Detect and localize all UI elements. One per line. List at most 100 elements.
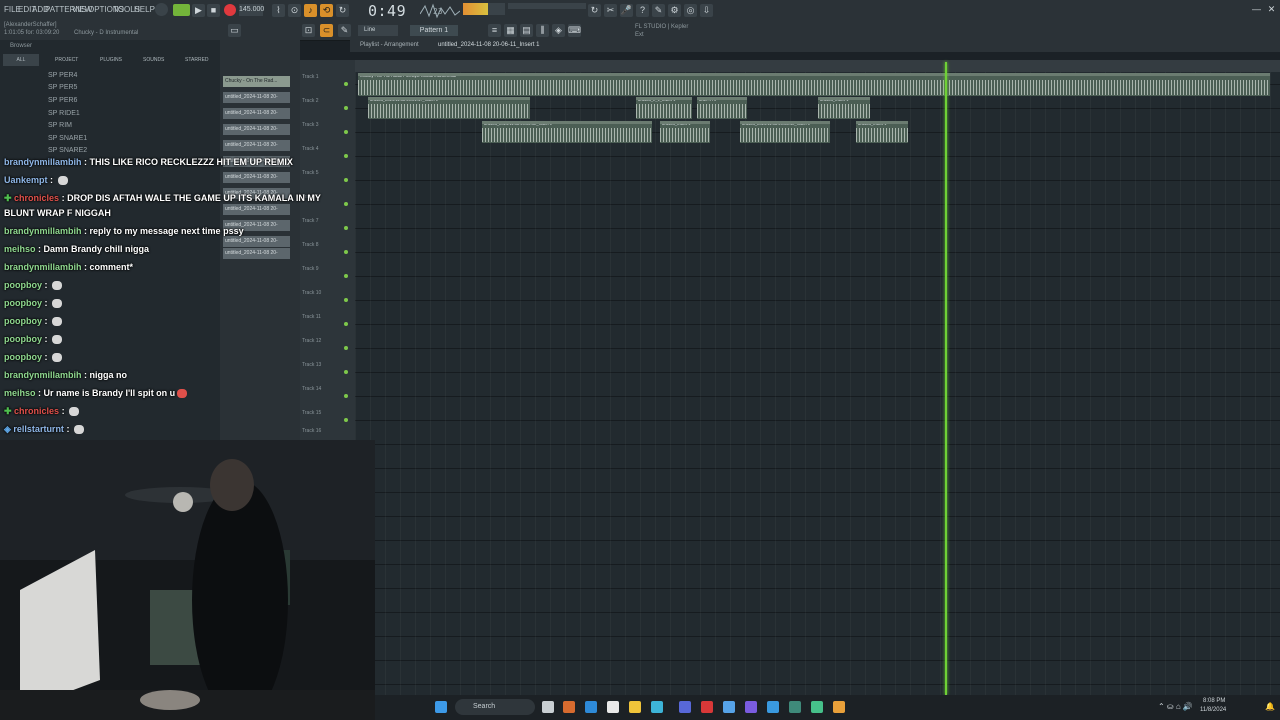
tempo-display[interactable]: 145.000 bbox=[239, 4, 264, 16]
browser-item[interactable]: SP PER5 bbox=[48, 84, 77, 91]
snap-select[interactable]: Line bbox=[358, 25, 398, 36]
audio-clip[interactable]: untitled_2024-11-08 20-01-47_Insert 1 bbox=[368, 97, 530, 119]
store-icon[interactable] bbox=[607, 701, 619, 713]
app-icon[interactable] bbox=[767, 701, 779, 713]
tab-starred[interactable]: STARRED bbox=[185, 54, 209, 66]
app-icon[interactable] bbox=[679, 701, 691, 713]
blend-icon[interactable]: ↻ bbox=[336, 4, 349, 17]
help-icon[interactable]: ? bbox=[636, 4, 649, 17]
audio-clip[interactable]: untitled_Insert 1 bbox=[660, 121, 710, 143]
office-icon[interactable] bbox=[563, 701, 575, 713]
plugin-picker-icon[interactable]: ◈ bbox=[552, 24, 565, 37]
fl-studio-icon[interactable] bbox=[833, 701, 845, 713]
browser-item[interactable]: SP RIM bbox=[48, 122, 72, 129]
pattern-item[interactable]: untitled_2024-11-08 20- bbox=[223, 124, 290, 135]
playhead[interactable] bbox=[945, 62, 947, 695]
download-icon[interactable]: ⇩ bbox=[700, 4, 713, 17]
chat-message: ◈ rellstarturnt : bbox=[4, 424, 84, 435]
menu-help[interactable]: HELP bbox=[134, 5, 155, 14]
browser-item[interactable]: SP PER4 bbox=[48, 72, 77, 79]
cut-icon[interactable]: ✂ bbox=[604, 4, 617, 17]
pattern-item[interactable]: Chucky - On The Rad... bbox=[223, 76, 290, 87]
edge-icon[interactable] bbox=[585, 701, 597, 713]
record-button[interactable] bbox=[224, 4, 236, 16]
app-icon[interactable] bbox=[651, 701, 663, 713]
track-header[interactable]: Track 3 bbox=[302, 122, 352, 144]
timeline-ruler[interactable] bbox=[355, 60, 1280, 72]
track-label: Track 2 bbox=[302, 98, 319, 104]
chat-message: brandynmillambih : comment* bbox=[4, 262, 133, 272]
magnet-icon[interactable]: ⊂ bbox=[320, 24, 333, 37]
clock-time[interactable]: 8:08 PM bbox=[1203, 698, 1225, 704]
mixer-icon[interactable]: ⫼ bbox=[536, 24, 549, 37]
settings-icon[interactable]: ⚙ bbox=[668, 4, 681, 17]
mic-icon[interactable]: 🎤 bbox=[620, 4, 633, 17]
chat-text: BLUNT WRAP F NIGGAH bbox=[4, 208, 111, 218]
pattern-item[interactable]: untitled_2024-11-08 20- bbox=[223, 108, 290, 119]
audio-clip[interactable]: Chucky - On The Radar Freestyle Official… bbox=[358, 73, 1270, 96]
play-button[interactable]: ▶ bbox=[192, 4, 205, 17]
clock-date[interactable]: 11/8/2024 bbox=[1200, 707, 1226, 713]
song-mode-button[interactable] bbox=[173, 4, 190, 16]
tab-project[interactable]: PROJECT bbox=[55, 54, 78, 66]
pattern-item[interactable]: untitled_2024-11-08 20- bbox=[223, 140, 290, 151]
minimize-icon[interactable]: — bbox=[1250, 3, 1263, 16]
pattern-select[interactable]: Pattern 1 bbox=[410, 25, 458, 36]
piano-roll-icon[interactable]: ▦ bbox=[504, 24, 517, 37]
track-enable-icon[interactable] bbox=[344, 82, 348, 86]
channel-rack-icon[interactable]: ▤ bbox=[520, 24, 533, 37]
track-enable-icon[interactable] bbox=[344, 130, 348, 134]
chat-username: poopboy bbox=[4, 334, 42, 344]
windows-start-icon[interactable] bbox=[435, 701, 447, 713]
refresh-icon[interactable]: ↻ bbox=[588, 4, 601, 17]
countdown-icon[interactable]: ♪ bbox=[304, 4, 317, 17]
audio-clip[interactable]: untitled_2024-11-08 20-02-02_Insert 1 bbox=[482, 121, 652, 143]
app-icon[interactable] bbox=[701, 701, 713, 713]
notification-icon[interactable]: 🔔 bbox=[1265, 702, 1275, 711]
browser-item[interactable]: SP SNARE1 bbox=[48, 135, 87, 142]
audio-clip[interactable]: untitled_2_1_Insert 1 bbox=[636, 97, 692, 119]
task-view-icon[interactable] bbox=[542, 701, 554, 713]
close-icon[interactable]: ✕ bbox=[1265, 3, 1278, 16]
chat-icon[interactable]: ◎ bbox=[684, 4, 697, 17]
browser-item[interactable]: SP RIDE1 bbox=[48, 110, 80, 117]
tab-all[interactable]: ALL bbox=[3, 54, 39, 66]
app-icon[interactable] bbox=[723, 701, 735, 713]
pat-song-toggle[interactable] bbox=[155, 3, 168, 16]
browser-item[interactable]: SP SNARE2 bbox=[48, 147, 87, 154]
snap-icon[interactable]: ⊡ bbox=[302, 24, 315, 37]
app-icon[interactable] bbox=[789, 701, 801, 713]
tab-plugins[interactable]: PLUGINS bbox=[100, 54, 122, 66]
browser-item[interactable]: SP PER6 bbox=[48, 97, 77, 104]
master-volume-slider[interactable] bbox=[508, 3, 586, 9]
stop-button[interactable]: ■ bbox=[207, 4, 220, 17]
brush-icon[interactable]: ✎ bbox=[338, 24, 351, 37]
discord-icon[interactable] bbox=[745, 701, 757, 713]
system-tray-icons[interactable]: ⌃ ⛀ ⌂ 🔊 bbox=[1158, 702, 1193, 711]
taskbar-search[interactable]: Search bbox=[455, 699, 535, 715]
audio-clip[interactable]: untitled_Insert 1 bbox=[818, 97, 870, 119]
audio-clip[interactable]: untitled_Insert 1 bbox=[856, 121, 908, 143]
track-enable-icon[interactable] bbox=[344, 106, 348, 110]
audio-clip[interactable]: untit...H 1 bbox=[697, 97, 747, 119]
chat-username: poopboy bbox=[4, 280, 42, 290]
playlist-icon[interactable]: ≡ bbox=[488, 24, 501, 37]
file-explorer-icon[interactable] bbox=[629, 701, 641, 713]
chat-message: poopboy : bbox=[4, 298, 62, 309]
audio-clip[interactable]: untitled_2024-11-08 20-06-40_Insert 1 bbox=[740, 121, 830, 143]
metronome-icon[interactable]: ⌇ bbox=[272, 4, 285, 17]
pattern-item[interactable]: untitled_2024-11-08 20- bbox=[223, 92, 290, 103]
clip-label: untitled_Insert 1 bbox=[662, 121, 691, 126]
loop-record-icon[interactable]: ⟲ bbox=[320, 4, 333, 17]
tab-sounds[interactable]: SOUNDS bbox=[143, 54, 164, 66]
playlist-grid[interactable] bbox=[355, 60, 1280, 695]
badge-icon: ✚ bbox=[4, 406, 15, 416]
oscilloscope-icon bbox=[420, 3, 460, 19]
touch-keyboard-icon[interactable]: ⌨ bbox=[568, 24, 581, 37]
track-header[interactable]: Track 2 bbox=[302, 98, 352, 120]
track-header[interactable]: Track 1 bbox=[302, 74, 352, 96]
app-icon[interactable] bbox=[811, 701, 823, 713]
edit-icon[interactable]: ✎ bbox=[652, 4, 665, 17]
browser-toggle-icon[interactable]: ▭ bbox=[228, 24, 241, 37]
wait-icon[interactable]: ⊙ bbox=[288, 4, 301, 17]
